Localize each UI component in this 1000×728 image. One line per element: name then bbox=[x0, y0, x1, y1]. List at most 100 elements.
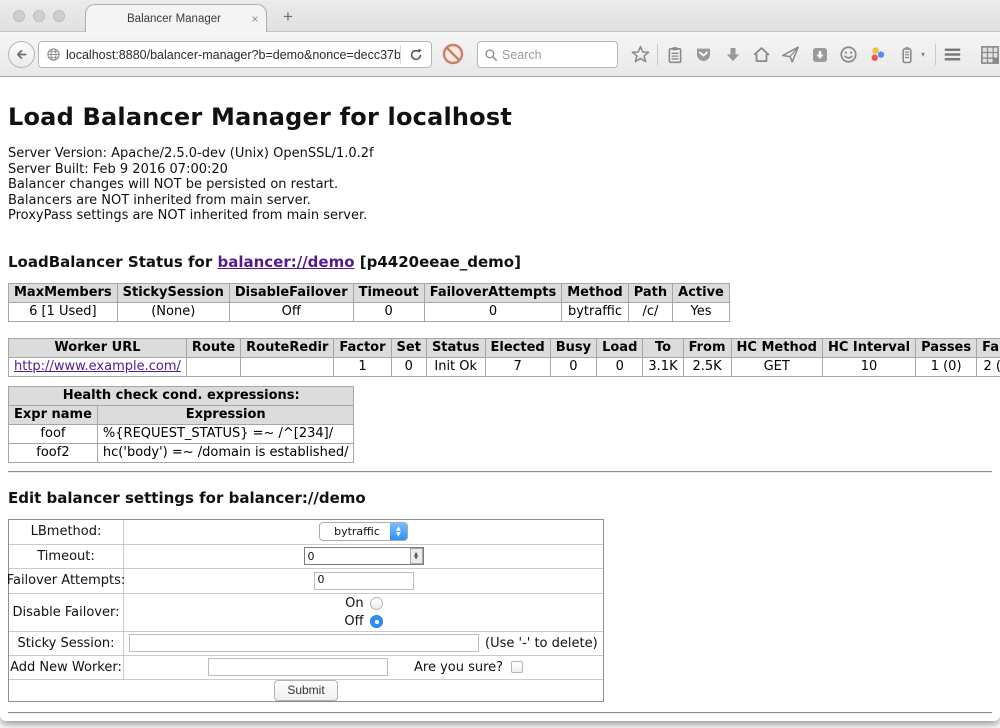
server-built-line: Server Built: Feb 9 2016 07:00:20 bbox=[8, 162, 992, 178]
lbmethod-label: LBmethod: bbox=[9, 520, 124, 544]
notes-extension-button[interactable] bbox=[892, 46, 921, 64]
tab-strip: Balancer Manager × + bbox=[0, 0, 1000, 32]
number-spinner-icon[interactable]: ▲▼ bbox=[410, 548, 423, 564]
submit-button[interactable]: Submit bbox=[274, 680, 337, 701]
content-block-button[interactable] bbox=[441, 42, 465, 71]
grid-icon bbox=[980, 45, 1000, 65]
add-worker-label: Add New Worker: bbox=[9, 656, 124, 679]
balancer-demo-link[interactable]: balancer://demo bbox=[217, 253, 354, 271]
column-header: Method bbox=[562, 283, 628, 302]
column-header: Set bbox=[391, 338, 426, 357]
column-header: Fails bbox=[977, 338, 1000, 357]
color-dots-icon bbox=[868, 45, 887, 64]
url-text[interactable]: localhost:8880/balancer-manager?b=demo&n… bbox=[66, 48, 400, 62]
table-cell: 6 [1 Used] bbox=[9, 302, 118, 321]
page-title: Load Balancer Manager for localhost bbox=[8, 77, 992, 131]
tiles-extension-button[interactable] bbox=[975, 45, 1000, 65]
table-row: foof2hc('body') =~ /domain is establishe… bbox=[9, 443, 354, 462]
table-cell bbox=[241, 357, 334, 376]
loadbalancer-status-heading: LoadBalancer Status for balancer://demo … bbox=[8, 253, 992, 271]
status-heading-prefix: LoadBalancer Status for bbox=[8, 253, 217, 271]
table-cell: 0 bbox=[353, 302, 424, 321]
toolbar-divider bbox=[935, 44, 936, 65]
table-cell: 0 bbox=[424, 302, 562, 321]
home-icon bbox=[752, 45, 771, 64]
table-cell: (None) bbox=[117, 302, 229, 321]
edit-balancer-heading: Edit balancer settings for balancer://de… bbox=[8, 489, 992, 507]
table-row: 6 [1 Used](None)Off00bytraffic/c/Yes bbox=[9, 302, 730, 321]
globe-icon bbox=[39, 47, 66, 62]
confirm-checkbox[interactable] bbox=[511, 661, 523, 673]
browser-window: Balancer Manager × + localhost:8880/bala… bbox=[0, 0, 1000, 721]
column-header: Elected bbox=[485, 338, 550, 357]
download-manager-button[interactable] bbox=[805, 46, 834, 64]
downloads-button[interactable] bbox=[718, 46, 747, 64]
table-row: http://www.example.com/10Init Ok7003.1K2… bbox=[9, 357, 1000, 376]
proxypass-notice-line: ProxyPass settings are NOT inherited fro… bbox=[8, 208, 992, 224]
table-caption: Health check cond. expressions: bbox=[9, 386, 354, 405]
minimize-window-button[interactable] bbox=[33, 10, 45, 22]
browser-tab[interactable]: Balancer Manager × bbox=[85, 4, 267, 32]
extension-dropdown-caret-icon[interactable]: ▾ bbox=[921, 50, 933, 59]
radio-off[interactable] bbox=[370, 615, 383, 628]
column-header: Route bbox=[186, 338, 240, 357]
failover-attempts-label: Failover Attempts: bbox=[9, 569, 124, 593]
column-header: Busy bbox=[550, 338, 596, 357]
pocket-button[interactable] bbox=[689, 45, 718, 64]
radio-on-label: On bbox=[345, 596, 363, 611]
column-header: To bbox=[643, 338, 683, 357]
lbmethod-selected-value: bytraffic bbox=[320, 523, 390, 540]
timeout-label: Timeout: bbox=[9, 545, 124, 568]
reading-list-button[interactable] bbox=[660, 46, 689, 64]
server-info: Server Version: Apache/2.5.0-dev (Unix) … bbox=[8, 146, 992, 224]
lbmethod-select[interactable]: bytraffic ▲▼ bbox=[319, 522, 408, 541]
star-icon bbox=[631, 45, 650, 64]
section-divider bbox=[8, 471, 992, 473]
column-header: MaxMembers bbox=[9, 283, 118, 302]
url-bar[interactable]: localhost:8880/balancer-manager?b=demo&n… bbox=[38, 41, 432, 68]
timeout-input[interactable]: 0 ▲▼ bbox=[304, 547, 424, 565]
tab-close-icon[interactable]: × bbox=[244, 12, 266, 26]
download-box-icon bbox=[811, 46, 829, 64]
new-tab-button[interactable]: + bbox=[283, 7, 293, 27]
bookmark-star-button[interactable] bbox=[626, 45, 655, 64]
column-header: RouteRedir bbox=[241, 338, 334, 357]
hamburger-icon bbox=[943, 45, 962, 64]
add-worker-input[interactable] bbox=[208, 658, 388, 676]
table-cell: Yes bbox=[673, 302, 730, 321]
menu-button[interactable] bbox=[938, 45, 967, 64]
reload-icon bbox=[409, 48, 423, 62]
block-icon bbox=[441, 42, 465, 66]
feedback-button[interactable] bbox=[834, 45, 863, 64]
bottom-divider bbox=[8, 712, 992, 714]
column-header: DisableFailover bbox=[229, 283, 353, 302]
worker-url-link[interactable]: http://www.example.com/ bbox=[14, 359, 181, 374]
smiley-icon bbox=[839, 45, 858, 64]
home-button[interactable] bbox=[747, 45, 776, 64]
tab-title: Balancer Manager bbox=[86, 13, 244, 25]
column-header: HC Method bbox=[731, 338, 822, 357]
table-cell: GET bbox=[731, 357, 822, 376]
inherit-notice-line: Balancers are NOT inherited from main se… bbox=[8, 193, 992, 209]
table-cell: foof2 bbox=[9, 443, 98, 462]
back-button[interactable] bbox=[8, 41, 35, 68]
close-window-button[interactable] bbox=[13, 10, 25, 22]
send-tab-button[interactable] bbox=[776, 45, 805, 64]
status-heading-suffix: [p4420eeae_demo] bbox=[355, 253, 521, 271]
reload-button[interactable] bbox=[401, 48, 431, 62]
persist-notice-line: Balancer changes will NOT be persisted o… bbox=[8, 177, 992, 193]
zoom-window-button[interactable] bbox=[53, 10, 65, 22]
column-header: Expression bbox=[97, 405, 354, 424]
navigation-toolbar: localhost:8880/balancer-manager?b=demo&n… bbox=[0, 32, 1000, 77]
toolbar-icons: ▾ bbox=[626, 32, 1000, 77]
failover-attempts-input[interactable]: 0 bbox=[314, 572, 414, 590]
radio-on[interactable] bbox=[370, 597, 383, 610]
sticky-session-input[interactable] bbox=[129, 634, 479, 652]
color-palette-button[interactable] bbox=[863, 45, 892, 64]
timeout-row: Timeout: 0 ▲▼ bbox=[9, 544, 603, 568]
search-input[interactable]: Search bbox=[477, 41, 618, 68]
column-header: Worker URL bbox=[9, 338, 187, 357]
sticky-session-hint: (Use '-' to delete) bbox=[485, 636, 598, 651]
edit-balancer-form: LBmethod: bytraffic ▲▼ Timeout: 0 ▲▼ bbox=[8, 519, 604, 702]
column-header: Factor bbox=[334, 338, 391, 357]
